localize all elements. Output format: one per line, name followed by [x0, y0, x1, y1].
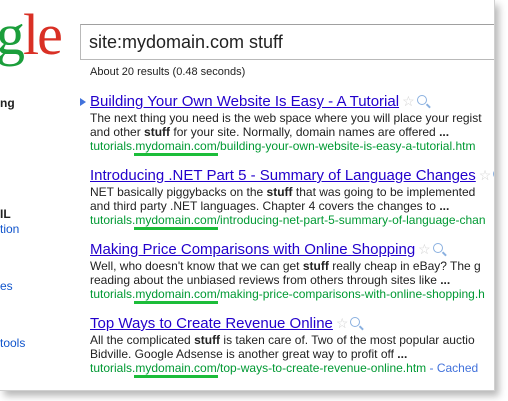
- star-icon[interactable]: ☆: [418, 241, 431, 257]
- sidebar-item-ng[interactable]: ng: [0, 96, 15, 110]
- search-result: Building Your Own Website Is Easy - A Tu…: [90, 93, 494, 156]
- domain-highlight: mydomain.com: [134, 213, 219, 230]
- result-title-link[interactable]: Introducing .NET Part 5 - Summary of Lan…: [90, 167, 476, 184]
- cached-link[interactable]: - Cached: [426, 361, 478, 375]
- star-icon[interactable]: ☆: [336, 315, 349, 331]
- result-snippet: All the complicated stuff is taken care …: [90, 333, 475, 347]
- result-url: tutorials.mydomain.com/building-your-own…: [90, 139, 476, 156]
- logo-letter-l: l: [23, 2, 39, 67]
- google-logo[interactable]: gle: [0, 2, 63, 67]
- domain-highlight: mydomain.com: [134, 287, 219, 304]
- star-icon[interactable]: ☆: [402, 93, 415, 109]
- instant-preview-arrow-icon[interactable]: [80, 98, 86, 106]
- result-url: tutorials.mydomain.com/introducing-net-p…: [90, 213, 486, 230]
- star-icon[interactable]: ☆: [479, 167, 492, 183]
- magnifier-icon[interactable]: [416, 95, 427, 105]
- search-input[interactable]: site:mydomain.com stuff: [80, 24, 494, 60]
- magnifier-icon[interactable]: [432, 243, 443, 253]
- result-title-link[interactable]: Top Ways to Create Revenue Online: [90, 315, 333, 332]
- result-snippet: and other stuff for your site. Normally,…: [90, 125, 450, 139]
- search-result: Top Ways to Create Revenue Online ☆ All t…: [90, 315, 494, 378]
- result-snippet: reading about the unbiased reviews from …: [90, 273, 451, 287]
- sidebar-item-il[interactable]: IL: [0, 207, 11, 221]
- search-result: Introducing .NET Part 5 - Summary of Lan…: [90, 167, 494, 230]
- logo-letter-e: e: [37, 2, 63, 67]
- logo-letter-g: g: [0, 6, 25, 64]
- result-title-link[interactable]: Building Your Own Website Is Easy - A Tu…: [90, 93, 399, 110]
- result-url: tutorials.mydomain.com/top-ways-to-creat…: [90, 361, 479, 378]
- domain-highlight: mydomain.com: [134, 361, 219, 378]
- result-snippet: Well, who doesn't know that we can get s…: [90, 259, 481, 273]
- sidebar-item-es[interactable]: es: [0, 279, 13, 293]
- result-url: tutorials.mydomain.com/making-price-comp…: [90, 287, 485, 304]
- sidebar-item-tion[interactable]: tion: [0, 222, 19, 236]
- domain-highlight: mydomain.com: [134, 139, 219, 156]
- search-result: Making Price Comparisons with Online Sho…: [90, 241, 494, 304]
- result-snippet: The next thing you need is the web space…: [90, 111, 482, 125]
- result-stats: About 20 results (0.48 seconds): [90, 66, 246, 78]
- result-snippet: Bidville. Google Adsense is another grea…: [90, 347, 408, 361]
- magnifier-icon[interactable]: [493, 169, 494, 179]
- result-title-link[interactable]: Making Price Comparisons with Online Sho…: [90, 241, 415, 258]
- result-snippet: and third party .NET languages. Chapter …: [90, 199, 450, 213]
- result-snippet: NET basically piggybacks on the stuff th…: [90, 185, 476, 199]
- browser-frame: gle site:mydomain.com stuff About 20 res…: [0, 0, 495, 391]
- sidebar-item-tools[interactable]: tools: [0, 336, 25, 350]
- magnifier-icon[interactable]: [350, 317, 361, 327]
- search-query: site:mydomain.com stuff: [89, 32, 283, 52]
